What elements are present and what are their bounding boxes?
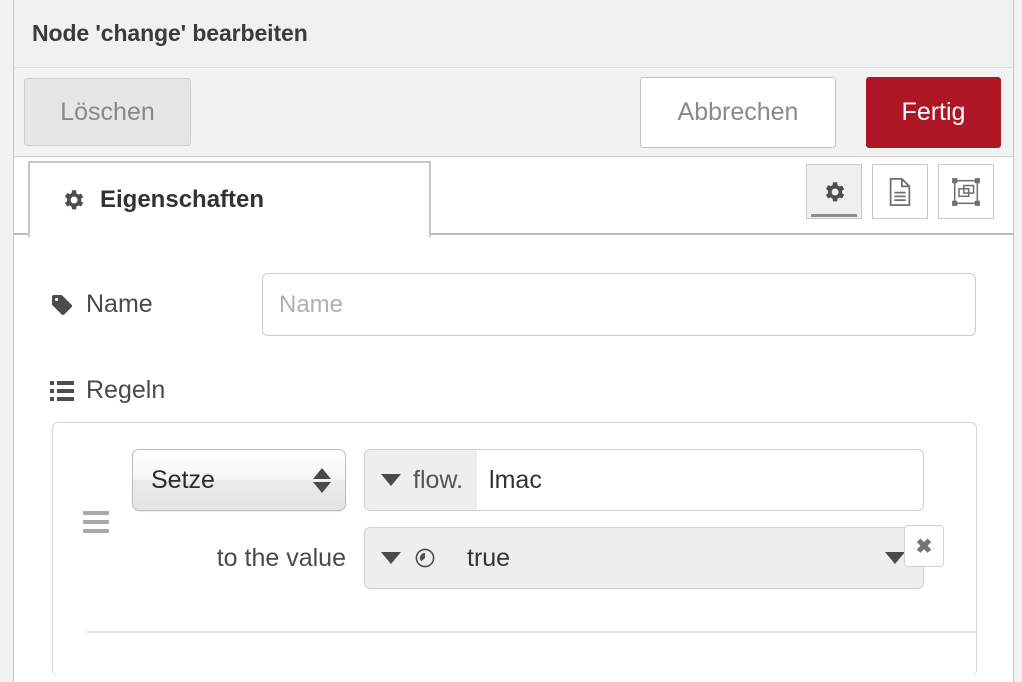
rule-value-line: to the value true <box>132 527 924 589</box>
appearance-node-icon <box>952 177 980 206</box>
delete-button[interactable]: Löschen <box>24 78 191 146</box>
drag-bar <box>83 520 109 524</box>
chevron-down-icon <box>381 474 401 486</box>
gear-icon <box>60 187 86 213</box>
drag-bar <box>83 529 109 533</box>
tag-icon <box>50 293 74 317</box>
properties-gear-icon <box>821 179 847 205</box>
rule-property-typed-input: flow. <box>364 449 924 511</box>
rule-value-text: true <box>467 543 511 572</box>
rule-to-value-wrapper: to the value <box>132 544 364 573</box>
rules-section-label: Regeln <box>14 376 1013 405</box>
name-label-text: Name <box>86 290 153 318</box>
rule-value-select[interactable]: true <box>451 528 923 588</box>
rule-action-select[interactable]: Setze <box>132 449 346 511</box>
tab-tool-buttons <box>806 164 994 219</box>
rule-drag-handle[interactable] <box>83 511 109 533</box>
chevron-down-icon <box>313 481 331 493</box>
tab-properties-label: Eigenschaften <box>100 186 265 213</box>
rule-separator <box>87 631 976 633</box>
page-title: Node 'change' bearbeiten <box>32 20 308 46</box>
rule-fields: Setze flow. lmac to the value true <box>132 441 924 589</box>
rules-section-label-text: Regeln <box>86 376 166 404</box>
rule-to-value-label: to the value <box>216 543 346 572</box>
rule-action-value: Setze <box>151 465 215 494</box>
done-button[interactable]: Fertig <box>866 76 1001 148</box>
rule-property-type-label: flow. <box>413 465 464 494</box>
name-label: Name <box>50 290 262 319</box>
rule-property-input[interactable] <box>477 450 923 510</box>
name-row: Name <box>14 273 1013 336</box>
cancel-button[interactable]: Abbrechen <box>640 76 836 148</box>
chevron-up-icon <box>313 467 331 479</box>
rule-property-type-button[interactable]: flow. <box>365 450 478 510</box>
select-stepper-icon <box>313 467 331 493</box>
rule-value-type-button[interactable] <box>365 528 451 588</box>
edit-node-dialog: Node 'change' bearbeiten Löschen Abbrech… <box>13 0 1014 682</box>
drag-bar <box>83 511 109 515</box>
name-input[interactable] <box>262 273 976 336</box>
node-properties-form: Name Regeln <box>14 235 1013 676</box>
description-document-icon <box>887 177 913 207</box>
tab-properties[interactable]: Eigenschaften <box>28 161 431 237</box>
chevron-down-icon <box>885 552 905 564</box>
appearance-node-button[interactable] <box>938 164 994 219</box>
description-document-button[interactable] <box>872 164 928 219</box>
rule-action-line: Setze flow. <box>132 449 924 511</box>
rule-row: Setze flow. lmac to the value true ✖ <box>53 441 976 633</box>
rule-action-select-wrapper: Setze <box>132 449 364 511</box>
properties-gear-button[interactable] <box>806 164 862 219</box>
list-icon <box>50 380 74 402</box>
dialog-titlebar: Node 'change' bearbeiten <box>14 0 1013 68</box>
rule-value-typed-input: true <box>364 527 924 589</box>
dialog-button-bar: Löschen Abbrechen Fertig <box>14 68 1013 157</box>
dialog-tab-bar: Eigenschaften <box>14 157 1013 237</box>
rules-panel: Setze flow. lmac to the value true ✖ <box>52 422 977 676</box>
rule-delete-button[interactable]: ✖ <box>904 525 944 567</box>
chevron-down-icon <box>381 552 401 564</box>
boolean-icon <box>413 546 437 570</box>
